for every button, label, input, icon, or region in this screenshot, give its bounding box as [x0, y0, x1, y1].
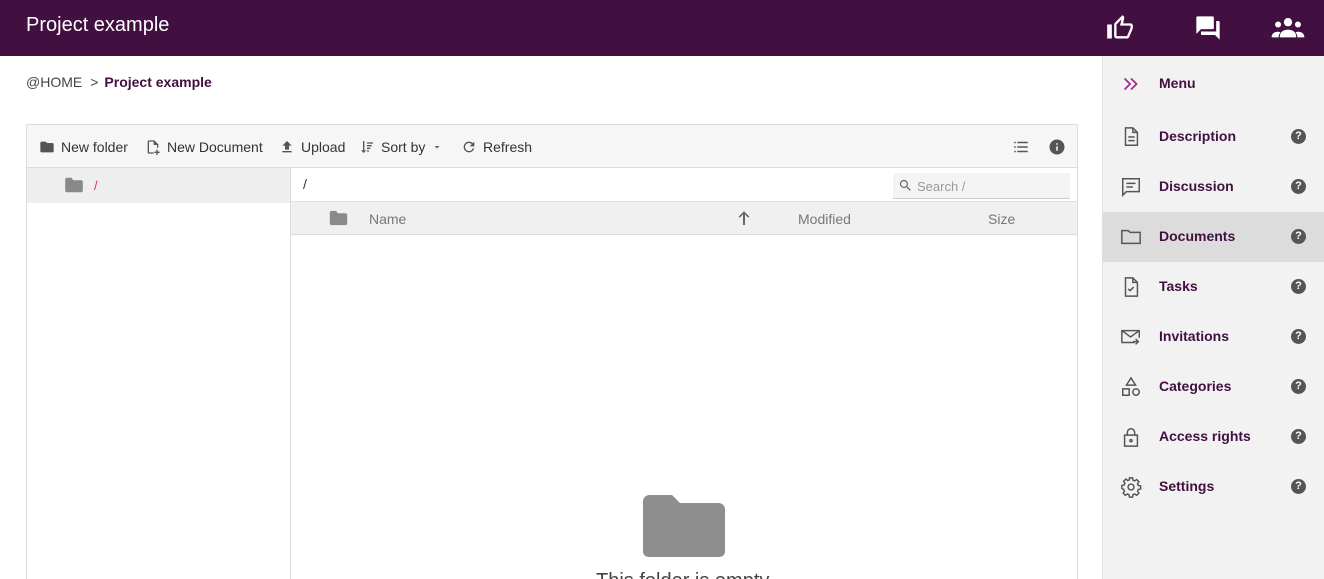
file-explorer: New folder New Document Upload Sort by R… — [26, 124, 1078, 579]
column-modified[interactable]: Modified — [798, 211, 851, 227]
sort-icon — [361, 140, 373, 153]
help-icon[interactable]: ? — [1291, 229, 1306, 244]
chat-icon — [1120, 176, 1142, 198]
sidebar-item-access-rights[interactable]: Access rights ? — [1103, 412, 1324, 462]
breadcrumb-home-link[interactable]: @HOME — [26, 74, 82, 90]
shapes-icon — [1120, 376, 1142, 398]
new-document-icon — [147, 139, 160, 155]
task-icon — [1120, 276, 1142, 298]
sidebar-item-description[interactable]: Description ? — [1103, 112, 1324, 162]
sidebar-menu-toggle[interactable]: Menu — [1103, 59, 1324, 109]
empty-state-message: This folder is empty — [596, 570, 796, 579]
breadcrumb-separator: > — [90, 74, 99, 90]
folder-icon — [65, 177, 83, 193]
sidebar-item-categories[interactable]: Categories ? — [1103, 362, 1324, 412]
new-folder-button[interactable]: New folder — [39, 125, 128, 168]
new-folder-label: New folder — [61, 138, 128, 155]
tree-root-label: / — [94, 178, 98, 193]
sidebar-item-label: Invitations — [1159, 328, 1230, 344]
app-header: Project example — [0, 0, 1324, 56]
sidebar-menu-label: Menu — [1159, 75, 1196, 91]
refresh-button[interactable]: Refresh — [461, 125, 532, 168]
sidebar-item-settings[interactable]: Settings ? — [1103, 462, 1324, 512]
sidebar-item-label: Description — [1159, 128, 1237, 144]
folder-icon — [1120, 226, 1142, 248]
folder-icon — [40, 141, 54, 152]
page-title: Project example — [26, 14, 170, 36]
breadcrumb: @HOME > Project example — [26, 74, 212, 90]
mail-icon — [1120, 326, 1142, 348]
sidebar-item-tasks[interactable]: Tasks ? — [1103, 262, 1324, 312]
refresh-label: Refresh — [483, 138, 533, 155]
sort-by-label: Sort by — [381, 138, 426, 155]
sidebar-item-discussion[interactable]: Discussion ? — [1103, 162, 1324, 212]
refresh-icon — [463, 141, 475, 152]
people-icon[interactable] — [1270, 14, 1306, 42]
search-icon — [899, 179, 911, 191]
help-icon[interactable]: ? — [1291, 179, 1306, 194]
sidebar-item-label: Access rights — [1159, 428, 1251, 444]
help-icon[interactable]: ? — [1291, 379, 1306, 394]
search-box — [893, 173, 1070, 199]
folder-icon — [329, 210, 348, 226]
info-icon[interactable] — [1048, 138, 1066, 156]
sidebar-item-label: Discussion — [1159, 178, 1234, 194]
sidebar-item-label: Tasks — [1159, 278, 1198, 294]
thumbs-up-icon[interactable] — [1106, 14, 1134, 42]
list-view-icon[interactable] — [1012, 138, 1030, 156]
new-document-label: New Document — [167, 138, 263, 155]
sidebar-item-invitations[interactable]: Invitations ? — [1103, 312, 1324, 362]
sidebar-item-label: Categories — [1159, 378, 1232, 394]
sort-ascending-icon[interactable] — [738, 210, 750, 226]
help-icon[interactable]: ? — [1291, 129, 1306, 144]
forum-icon[interactable] — [1194, 14, 1222, 42]
caret-down-icon — [434, 145, 440, 148]
new-document-button[interactable]: New Document — [145, 125, 263, 168]
right-sidebar: Menu Description ? Discussion ? Document… — [1102, 56, 1324, 579]
lock-icon — [1120, 426, 1142, 448]
help-icon[interactable]: ? — [1291, 279, 1306, 294]
help-icon[interactable]: ? — [1291, 479, 1306, 494]
help-icon[interactable]: ? — [1291, 429, 1306, 444]
double-chevron-right-icon — [1120, 73, 1142, 95]
sort-by-button[interactable]: Sort by — [359, 125, 443, 168]
document-icon — [1120, 126, 1142, 148]
current-path: / — [303, 176, 307, 192]
upload-label: Upload — [301, 138, 346, 155]
breadcrumb-current: Project example — [104, 74, 212, 90]
folder-tree: / — [27, 168, 291, 579]
column-name[interactable]: Name — [369, 211, 406, 227]
help-icon[interactable]: ? — [1291, 329, 1306, 344]
column-header-row: Name Modified Size — [291, 202, 1077, 235]
explorer-toolbar: New folder New Document Upload Sort by R… — [27, 125, 1077, 168]
gear-icon — [1120, 476, 1142, 498]
upload-button[interactable]: Upload — [279, 125, 345, 168]
column-size[interactable]: Size — [988, 211, 1015, 227]
sidebar-item-label: Settings — [1159, 478, 1215, 494]
search-input[interactable] — [917, 177, 1065, 195]
path-bar: / — [291, 168, 1077, 202]
sidebar-item-documents[interactable]: Documents ? — [1103, 212, 1324, 262]
empty-folder-icon — [642, 494, 726, 558]
sidebar-item-label: Documents — [1159, 228, 1236, 244]
tree-root-item[interactable]: / — [27, 168, 290, 203]
upload-icon — [282, 140, 292, 152]
